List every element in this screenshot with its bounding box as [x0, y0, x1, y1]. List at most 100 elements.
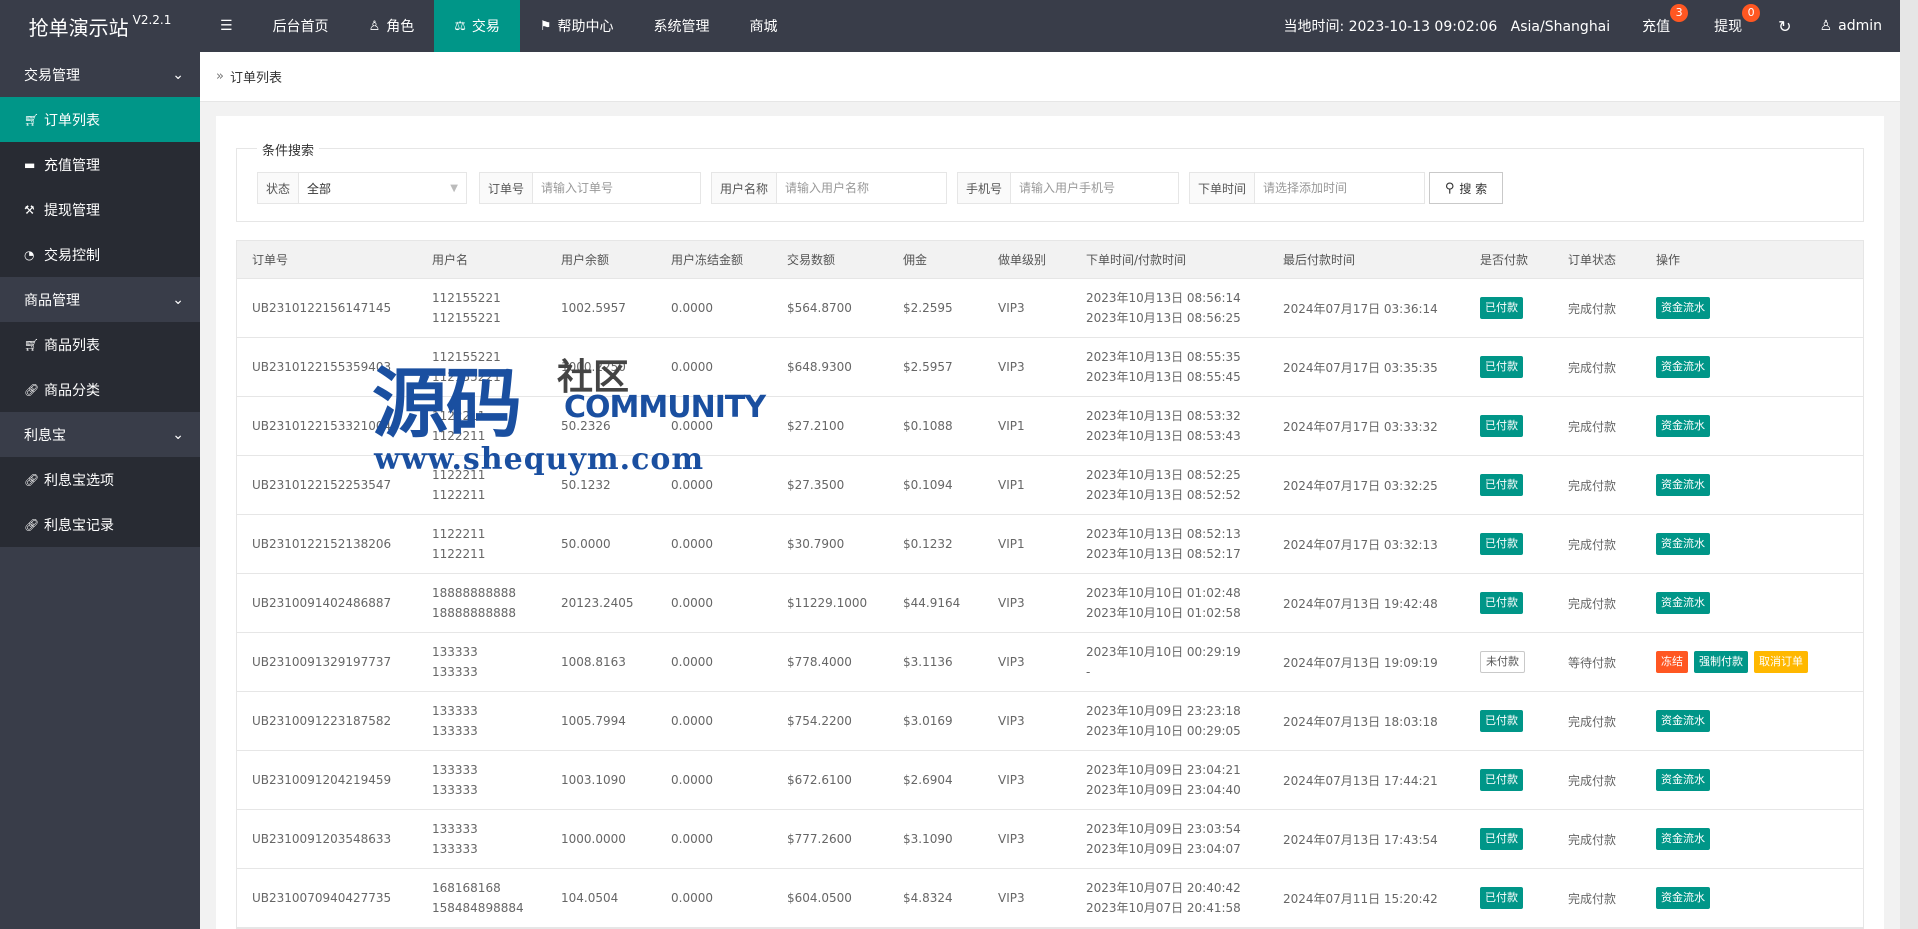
order-status: 完成付款: [1568, 360, 1617, 375]
fund-flow-button[interactable]: 资金流水: [1656, 415, 1710, 437]
payment-status-badge: 已付款: [1480, 592, 1523, 614]
sidebar-group-goods[interactable]: 商品管理 ⌄: [0, 277, 200, 322]
payment-status-badge: 已付款: [1480, 887, 1523, 909]
nav-item-help[interactable]: ⚑ 帮助中心: [520, 0, 634, 52]
freeze-button[interactable]: 冻结: [1656, 651, 1688, 673]
nav-item-dashboard[interactable]: 后台首页: [253, 0, 349, 52]
frozen-amount: 0.0000: [671, 655, 713, 669]
sidebar-item-recharge[interactable]: ▬ 充值管理: [0, 142, 200, 187]
cart-icon: 🛒︎: [24, 337, 40, 352]
order-pay-time: 2023年10月09日 23:23:18 2023年10月10日 00:29:05: [1086, 704, 1241, 738]
cancel-order-button[interactable]: 取消订单: [1754, 651, 1808, 673]
order-pay-time: 2023年10月09日 23:04:21 2023年10月09日 23:04:40: [1086, 763, 1241, 797]
actions-cell: 资金流水: [1641, 592, 1861, 614]
phone-input[interactable]: [1019, 181, 1170, 195]
trade-amount: $564.8700: [787, 301, 852, 315]
fund-flow-button[interactable]: 资金流水: [1656, 474, 1710, 496]
last-pay-time: 2024年07月17日 03:35:35: [1283, 360, 1438, 375]
username-cell: 18888888888 18888888888: [432, 586, 516, 620]
top-nav: ☰ 后台首页 ♙ 角色 ⚖ 交易 ⚑ 帮助中心 系统管理 商城: [200, 0, 798, 52]
caret-down-icon: ▼: [450, 182, 458, 194]
sidebar-item-goods-list[interactable]: 🛒︎ 商品列表: [0, 322, 200, 367]
app-title: 抢单演示站: [28, 15, 129, 40]
order-time-input[interactable]: [1263, 181, 1416, 195]
trade-amount: $754.2200: [787, 714, 852, 728]
sidebar-item-withdraw[interactable]: ⚒ 提现管理: [0, 187, 200, 232]
order-pay-time: 2023年10月13日 08:56:14 2023年10月13日 08:56:25: [1086, 291, 1241, 325]
fund-flow-button[interactable]: 资金流水: [1656, 828, 1710, 850]
chevron-down-icon: ⌄: [172, 291, 184, 308]
nav-item-shop[interactable]: 商城: [730, 0, 798, 52]
search-button[interactable]: ⚲ 搜 索: [1429, 172, 1503, 204]
user-icon: ♙: [1819, 18, 1833, 34]
fund-flow-button[interactable]: 资金流水: [1656, 356, 1710, 378]
fund-flow-button[interactable]: 资金流水: [1656, 769, 1710, 791]
trade-amount: $604.0500: [787, 891, 852, 905]
actions-cell: 资金流水: [1641, 474, 1861, 496]
order-pay-time: 2023年10月13日 08:55:35 2023年10月13日 08:55:45: [1086, 350, 1241, 384]
commission: $3.1090: [903, 832, 953, 846]
sidebar-item-interest-records[interactable]: 🔗︎ 利息宝记录: [0, 502, 200, 547]
order-number-field: 订单号: [479, 172, 701, 204]
fund-flow-button[interactable]: 资金流水: [1656, 592, 1710, 614]
sidebar-item-interest-options[interactable]: 🔗︎ 利息宝选项: [0, 457, 200, 502]
vip-level: VIP1: [998, 537, 1025, 551]
menu-toggle-button[interactable]: ☰: [200, 0, 253, 52]
order-status: 完成付款: [1568, 419, 1617, 434]
username-cell: 133333 133333: [432, 704, 478, 738]
table-row: UB2310122153321004 1122211 1122211 50.2326 0…: [237, 397, 1863, 456]
fund-flow-button[interactable]: 资金流水: [1656, 533, 1710, 555]
order-status: 完成付款: [1568, 537, 1617, 552]
recharge-button[interactable]: 充值 3: [1620, 0, 1692, 52]
search-fieldset: 条件搜索 状态 全部▼ 订单号 用户名称 手机号 下单时间 ⚲ 搜 索: [236, 140, 1864, 222]
fund-flow-button[interactable]: 资金流水: [1656, 710, 1710, 732]
trade-amount: $648.9300: [787, 360, 852, 374]
withdraw-button[interactable]: 提现 0: [1692, 0, 1764, 52]
actions-cell: 资金流水: [1641, 533, 1861, 555]
payment-status-badge: 已付款: [1480, 533, 1523, 555]
vip-level: VIP3: [998, 832, 1025, 846]
chevron-down-icon: ⌄: [172, 66, 184, 83]
nav-item-role[interactable]: ♙ 角色: [349, 0, 435, 52]
refresh-button[interactable]: ↻: [1764, 0, 1805, 52]
nav-item-trade[interactable]: ⚖ 交易: [434, 0, 520, 52]
frozen-amount: 0.0000: [671, 419, 713, 433]
last-pay-time: 2024年07月11日 15:20:42: [1283, 891, 1438, 906]
payment-status-badge: 已付款: [1480, 828, 1523, 850]
fund-flow-button[interactable]: 资金流水: [1656, 887, 1710, 909]
sidebar-item-trade-control[interactable]: ◔ 交易控制: [0, 232, 200, 277]
commission: $2.2595: [903, 301, 953, 315]
actions-cell: 资金流水: [1641, 356, 1861, 378]
page-scrollbar[interactable]: [1900, 0, 1918, 929]
trade-amount: $672.6100: [787, 773, 852, 787]
trade-amount: $27.2100: [787, 419, 845, 433]
recharge-badge: 3: [1670, 4, 1689, 22]
username-input[interactable]: [785, 181, 938, 195]
payment-status-badge: 已付款: [1480, 297, 1523, 319]
commission: $0.1232: [903, 537, 953, 551]
vip-level: VIP3: [998, 596, 1025, 610]
last-pay-time: 2024年07月13日 18:03:18: [1283, 714, 1438, 729]
refresh-icon: ↻: [1778, 16, 1792, 36]
table-row: UB2310122155359403 112155221 112155221 1000…: [237, 338, 1863, 397]
fund-flow-button[interactable]: 资金流水: [1656, 297, 1710, 319]
order-number-input[interactable]: [541, 181, 692, 195]
status-select[interactable]: 状态 全部 ▼: [257, 172, 467, 204]
last-pay-time: 2024年07月13日 17:44:21: [1283, 773, 1438, 788]
double-chevron-right-icon: »: [216, 69, 224, 84]
table-header: 订单号 用户名 用户余额 用户冻结金额 交易数额 佣金 做单级别 下单时间/付款…: [237, 241, 1863, 279]
nav-item-system[interactable]: 系统管理: [634, 0, 730, 52]
force-pay-button[interactable]: 强制付款: [1694, 651, 1748, 673]
user-name: admin: [1838, 18, 1882, 34]
status-value: 全部: [307, 181, 332, 196]
sidebar-group-interest[interactable]: 利息宝 ⌄: [0, 412, 200, 457]
order-pay-time: 2023年10月13日 08:53:32 2023年10月13日 08:53:43: [1086, 409, 1241, 443]
breadcrumb-current[interactable]: 订单列表: [230, 67, 282, 86]
sidebar-item-goods-category[interactable]: 🔗︎ 商品分类: [0, 367, 200, 412]
sidebar-item-order-list[interactable]: 🛒︎ 订单列表: [0, 97, 200, 142]
order-status: 完成付款: [1568, 891, 1617, 906]
actions-cell: 资金流水: [1641, 415, 1861, 437]
balance: 50.0000: [561, 537, 611, 551]
sidebar-group-trade[interactable]: 交易管理 ⌄: [0, 52, 200, 97]
table-row: UB2310091223187582 133333 133333 1005.7994 0…: [237, 692, 1863, 751]
